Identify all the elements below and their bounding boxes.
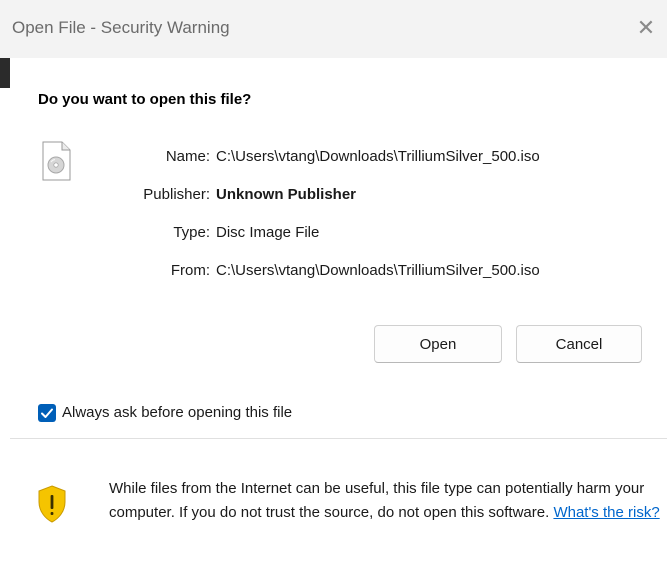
publisher-label: Publisher:	[143, 186, 210, 203]
cancel-button[interactable]: Cancel	[516, 325, 642, 363]
from-label: From:	[170, 262, 210, 279]
security-warning-dialog: Open File - Security Warning ✕ Do you wa…	[0, 0, 667, 563]
checkmark-icon	[41, 408, 53, 418]
close-button[interactable]: ✕	[632, 14, 660, 42]
dialog-content: Do you want to open this file? Name: C:\…	[10, 58, 667, 438]
publisher-value: Unknown Publisher	[216, 186, 357, 203]
type-label: Type:	[173, 224, 210, 241]
always-ask-checkbox[interactable]	[38, 404, 56, 422]
warning-message: While files from the Internet can be use…	[109, 477, 661, 525]
always-ask-label[interactable]: Always ask before opening this file	[62, 404, 292, 421]
open-button[interactable]: Open	[374, 325, 502, 363]
from-value: C:\Users\vtang\Downloads\TrilliumSilver_…	[216, 262, 540, 279]
window-title: Open File - Security Warning	[12, 18, 230, 37]
background-window-edge	[0, 58, 10, 88]
shield-warning-icon	[38, 485, 66, 523]
name-label: Name:	[165, 148, 210, 165]
prompt-question: Do you want to open this file?	[38, 91, 252, 108]
title-bar[interactable]: Open File - Security Warning ✕	[0, 0, 667, 58]
warning-panel: While files from the Internet can be use…	[10, 439, 667, 563]
close-icon: ✕	[636, 15, 656, 40]
type-value: Disc Image File	[216, 224, 320, 241]
whats-the-risk-link[interactable]: What's the risk?	[553, 504, 659, 521]
name-value: C:\Users\vtang\Downloads\TrilliumSilver_…	[216, 148, 540, 165]
